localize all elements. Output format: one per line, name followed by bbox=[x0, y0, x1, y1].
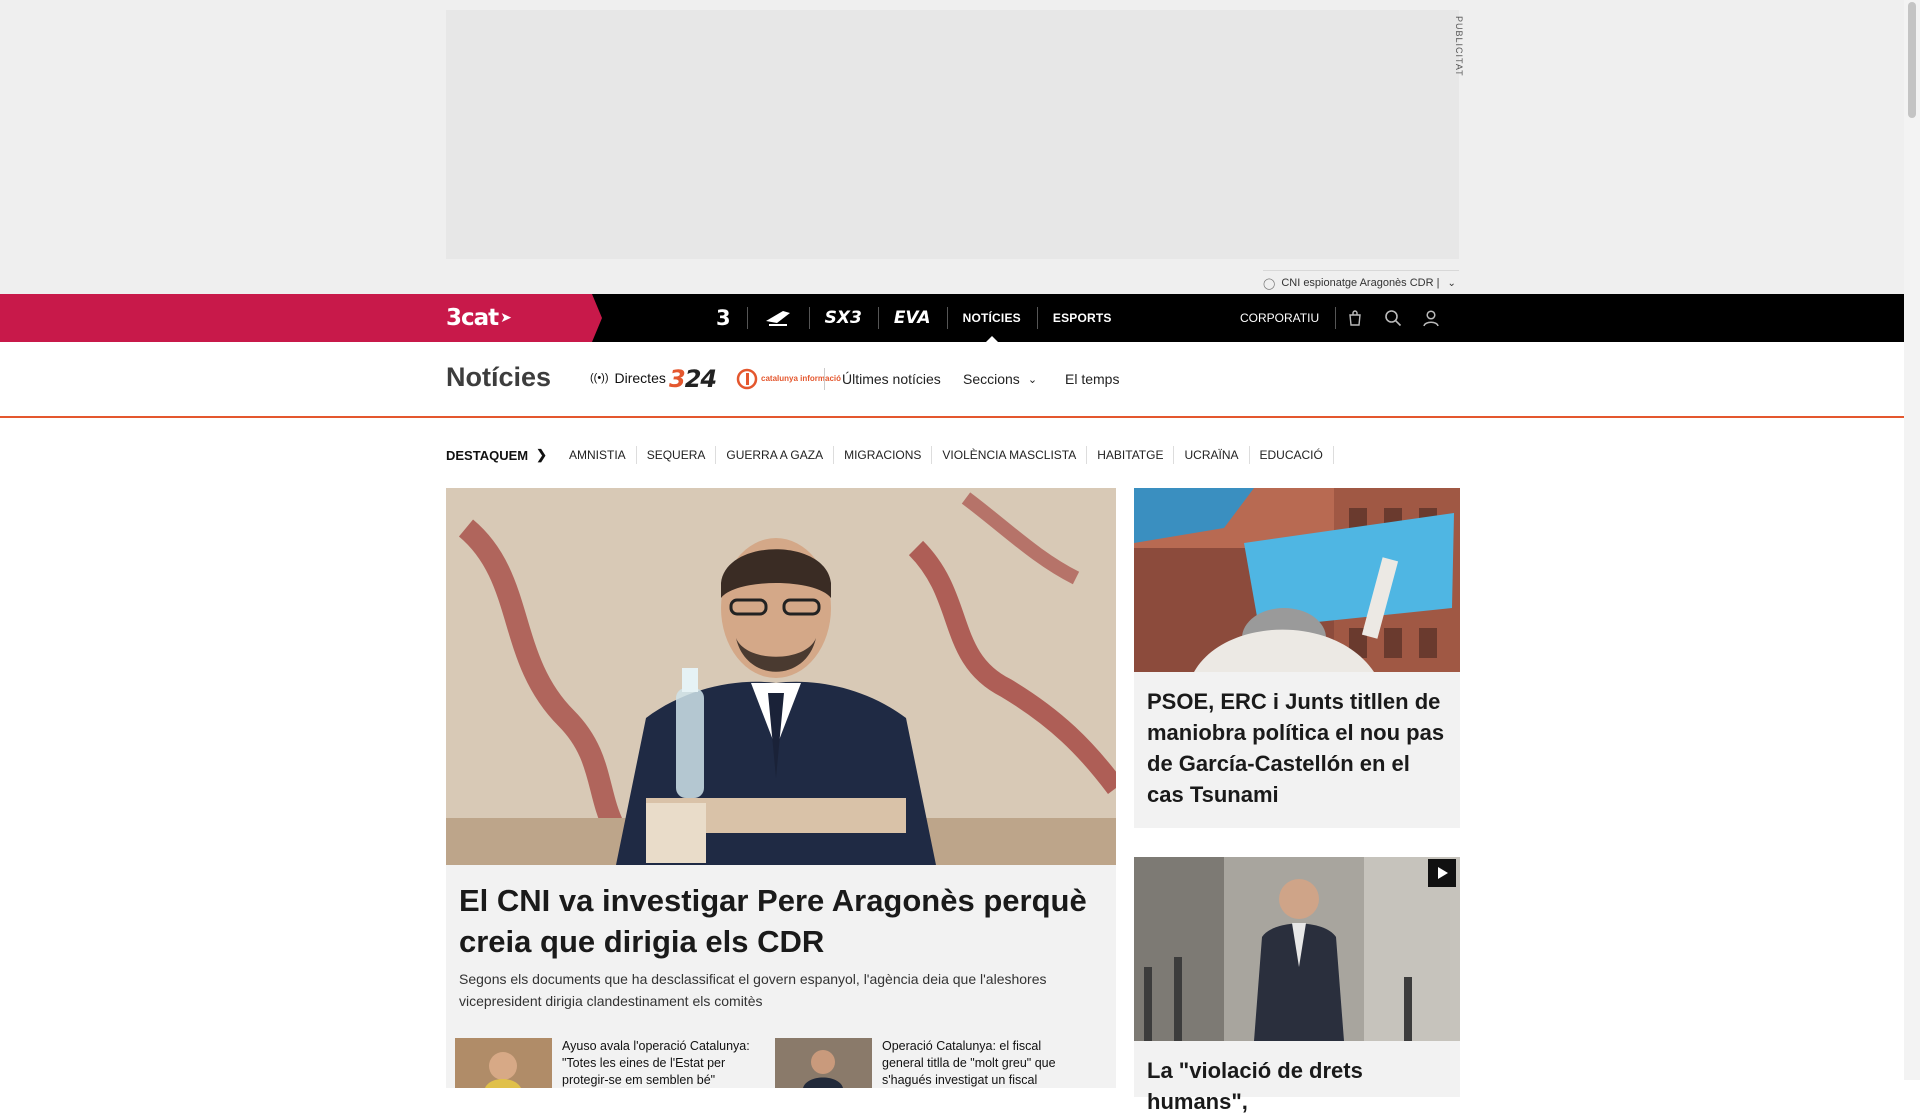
main-story-card[interactable]: El CNI va investigar Pere Aragonès perqu… bbox=[446, 488, 1116, 1088]
user-icon[interactable] bbox=[1412, 294, 1450, 342]
side-story-title[interactable]: PSOE, ERC i Junts titllen de maniobra po… bbox=[1147, 686, 1447, 810]
ultimes-noticies-link[interactable]: Últimes notícies bbox=[842, 371, 941, 387]
logo-text: 3cat bbox=[446, 305, 499, 331]
ad-zone: PUBLICITAT ◯ CNI espionatge Aragonès CDR… bbox=[0, 0, 1904, 294]
related-story[interactable]: Operació Catalunya: el fiscal general ti… bbox=[775, 1038, 1085, 1089]
related-story-title[interactable]: Ayuso avala l'operació Catalunya: "Totes… bbox=[562, 1038, 765, 1089]
noticies-label: NOTÍCIES bbox=[962, 311, 1021, 325]
side-story-card[interactable]: PSOE, ERC i Junts titllen de maniobra po… bbox=[1134, 488, 1460, 828]
side-story-title[interactable]: La "violació de drets humans", bbox=[1147, 1055, 1447, 1117]
topic-link[interactable]: VIOLÈNCIA MASCLISTA bbox=[932, 446, 1088, 464]
main-story-image[interactable] bbox=[446, 488, 1116, 865]
divider bbox=[824, 368, 825, 390]
brand-zone: 3cat ➤ bbox=[0, 294, 602, 342]
topic-link[interactable]: GUERRA A GAZA bbox=[716, 446, 835, 464]
scroll-thumb[interactable] bbox=[1908, 2, 1916, 118]
channel-tv3[interactable]: 3 bbox=[700, 294, 747, 342]
section-header: Notícies ((•)) Directes 332424 catalunya… bbox=[0, 342, 1904, 418]
side-story-card[interactable]: La "violació de drets humans", bbox=[1134, 857, 1460, 1114]
catalunya-informacio-logo[interactable]: catalunya informació bbox=[736, 368, 841, 390]
live-broadcast-icon: ((•)) bbox=[590, 372, 609, 384]
destaquem-text: DESTAQUEM bbox=[446, 447, 529, 463]
catradio-logo-icon bbox=[765, 311, 790, 326]
channel-catradio[interactable] bbox=[746, 294, 809, 342]
search-icon[interactable] bbox=[1374, 294, 1412, 342]
trending-text[interactable]: CNI espionatge Aragonès CDR | bbox=[1281, 277, 1439, 289]
topic-link[interactable]: MIGRACIONS bbox=[834, 446, 933, 464]
el-temps-link[interactable]: El temps bbox=[1065, 371, 1119, 387]
trending-bar[interactable]: ◯ CNI espionatge Aragonès CDR | ⌄ bbox=[1263, 270, 1459, 295]
top-navigation: 3cat ➤ 3 SX3 EVA NOTÍCIES ESPORTS CORPORA… bbox=[0, 294, 1904, 342]
video-play-icon[interactable] bbox=[1428, 859, 1456, 887]
related-story-thumb[interactable] bbox=[775, 1038, 872, 1088]
directes-label: Directes bbox=[614, 370, 666, 386]
side-story-image[interactable] bbox=[1134, 857, 1460, 1041]
topic-link[interactable]: EDUCACIÓ bbox=[1250, 446, 1334, 464]
page-scrollbar[interactable] bbox=[1904, 0, 1920, 1080]
tag-icon: ◯ bbox=[1263, 277, 1276, 290]
chevron-down-icon: ⌄ bbox=[1027, 373, 1038, 386]
channel-sx3[interactable]: SX3 bbox=[808, 294, 878, 342]
seccions-label: Seccions bbox=[963, 371, 1020, 387]
directes-link[interactable]: ((•)) Directes bbox=[590, 370, 666, 386]
related-story[interactable]: Ayuso avala l'operació Catalunya: "Totes… bbox=[455, 1038, 765, 1089]
channel-esports[interactable]: ESPORTS bbox=[1036, 294, 1128, 342]
topic-link[interactable]: UCRAÏNA bbox=[1174, 446, 1250, 464]
sx3-logo-icon: SX3 bbox=[824, 308, 862, 328]
channel-nav: 3 SX3 EVA NOTÍCIES ESPORTS bbox=[700, 294, 1128, 342]
corporatiu-link[interactable]: CORPORATIU bbox=[1240, 307, 1337, 329]
eva-logo-icon: EVA bbox=[893, 308, 931, 328]
featured-topics: DESTAQUEM ❯ AMNISTIA SEQUERA GUERRA A GA… bbox=[446, 445, 1334, 465]
related-story-title[interactable]: Operació Catalunya: el fiscal general ti… bbox=[882, 1038, 1085, 1089]
chevron-down-icon[interactable]: ⌄ bbox=[1447, 278, 1455, 289]
324-logo[interactable]: 332424 bbox=[669, 365, 717, 393]
esports-label: ESPORTS bbox=[1052, 311, 1112, 325]
ad-label: PUBLICITAT bbox=[1454, 16, 1464, 77]
3cat-logo[interactable]: 3cat ➤ bbox=[446, 304, 512, 332]
shopping-bag-icon[interactable] bbox=[1336, 294, 1374, 342]
channel-noticies[interactable]: NOTÍCIES bbox=[946, 294, 1037, 342]
destaquem-label[interactable]: DESTAQUEM ❯ bbox=[446, 447, 547, 463]
related-story-thumb[interactable] bbox=[455, 1038, 552, 1088]
topic-link[interactable]: SEQUERA bbox=[637, 446, 717, 464]
topic-link[interactable]: AMNISTIA bbox=[559, 446, 637, 464]
channel-eva[interactable]: EVA bbox=[877, 294, 947, 342]
tv3-logo-icon: 3 bbox=[716, 306, 731, 330]
side-story-image[interactable] bbox=[1134, 488, 1460, 672]
main-story-summary: Segons els documents que ha desclassific… bbox=[459, 971, 1047, 1009]
ci-logo-icon bbox=[736, 368, 758, 390]
main-story-title[interactable]: El CNI va investigar Pere Aragonès perqu… bbox=[459, 880, 1109, 962]
page-title[interactable]: Notícies bbox=[446, 362, 551, 393]
ad-banner[interactable] bbox=[446, 10, 1459, 259]
seccions-dropdown[interactable]: Seccions ⌄ bbox=[963, 371, 1037, 387]
right-nav: CORPORATIU bbox=[1240, 294, 1450, 342]
chevron-right-icon: ❯ bbox=[536, 447, 548, 462]
topic-link[interactable]: HABITATGE bbox=[1087, 446, 1175, 464]
ci-logo-text: catalunya informació bbox=[761, 374, 842, 383]
logo-arrow-icon: ➤ bbox=[500, 310, 512, 326]
